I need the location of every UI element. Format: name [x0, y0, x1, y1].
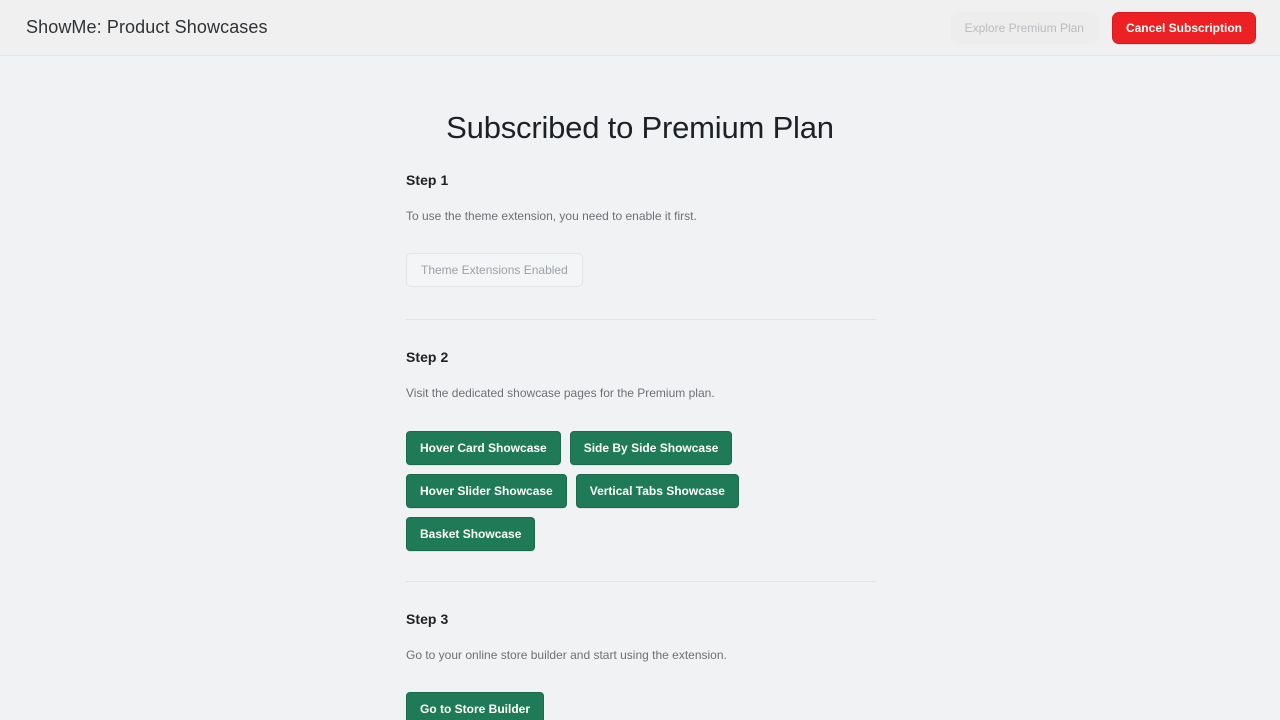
explore-premium-plan-button[interactable]: Explore Premium Plan: [950, 11, 1098, 44]
step-1-action-row: Theme Extensions Enabled: [406, 252, 876, 287]
step-3-description: Go to your online store builder and star…: [406, 647, 727, 662]
page-title: Subscribed to Premium Plan: [446, 110, 834, 145]
page-body: Subscribed to Premium Plan Step 1 To use…: [0, 56, 1280, 720]
go-to-store-builder-button[interactable]: Go to Store Builder: [406, 692, 545, 720]
steps-container: Step 1 To use the theme extension, you n…: [406, 172, 876, 720]
step-1-title: Step 1: [406, 172, 449, 188]
hover-slider-showcase-button[interactable]: Hover Slider Showcase: [406, 473, 567, 508]
app-top-bar: ShowMe: Product Showcases Explore Premiu…: [0, 0, 1280, 56]
step-2-section: Step 2 Visit the dedicated showcase page…: [406, 349, 876, 551]
step-1-description: To use the theme extension, you need to …: [406, 209, 697, 223]
hover-card-showcase-button[interactable]: Hover Card Showcase: [406, 430, 561, 465]
theme-extensions-enabled-button[interactable]: Theme Extensions Enabled: [406, 252, 583, 287]
step-1-section: Step 1 To use the theme extension, you n…: [406, 172, 876, 287]
step-2-title: Step 2: [406, 348, 449, 365]
cancel-subscription-button[interactable]: Cancel Subscription: [1111, 11, 1256, 44]
side-by-side-showcase-button[interactable]: Side By Side Showcase: [569, 430, 733, 465]
vertical-tabs-showcase-button[interactable]: Vertical Tabs Showcase: [575, 473, 739, 508]
step-3-title: Step 3: [406, 610, 449, 627]
step-3-section: Step 3 Go to your online store builder a…: [406, 611, 876, 720]
basket-showcase-button[interactable]: Basket Showcase: [406, 516, 536, 551]
app-title: ShowMe: Product Showcases: [26, 17, 268, 37]
step-2-description: Visit the dedicated showcase pages for t…: [406, 385, 715, 400]
top-bar-actions: Explore Premium Plan Cancel Subscription: [950, 11, 1256, 44]
step-3-action-row: Go to Store Builder: [406, 692, 876, 720]
divider-1: [406, 318, 876, 320]
showcase-button-group: Hover Card Showcase Side By Side Showcas…: [406, 430, 876, 551]
divider-2: [406, 580, 876, 582]
